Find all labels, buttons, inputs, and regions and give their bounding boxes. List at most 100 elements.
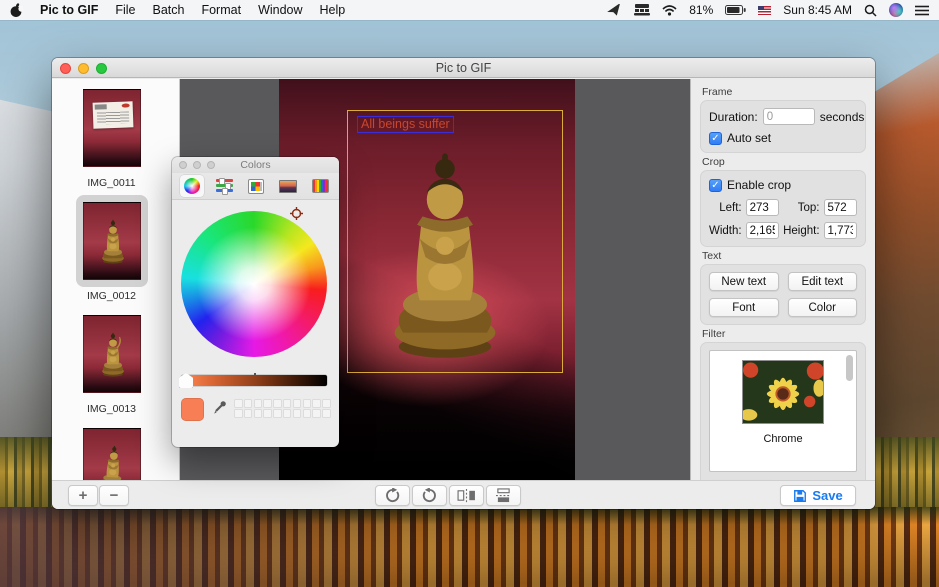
text-color-button[interactable]: Color	[788, 298, 858, 317]
filter-scrollbar[interactable]	[846, 355, 853, 381]
empty-swatch[interactable]	[283, 409, 292, 418]
empty-swatch[interactable]	[293, 409, 302, 418]
eyedropper-icon[interactable]	[212, 400, 227, 415]
battery-icon[interactable]	[725, 5, 746, 15]
close-button[interactable]	[60, 63, 71, 74]
empty-swatch[interactable]	[322, 409, 331, 418]
colors-zoom-button[interactable]	[207, 161, 215, 169]
notification-center-icon[interactable]	[915, 5, 929, 16]
font-button[interactable]: Font	[709, 298, 779, 317]
color-palettes-tab[interactable]	[244, 175, 268, 197]
rotate-ccw-icon	[422, 488, 437, 503]
us-flag-icon[interactable]	[758, 6, 771, 15]
empty-swatch[interactable]	[244, 399, 253, 408]
frame-thumbnail-img-0013[interactable]	[83, 315, 141, 393]
empty-swatch[interactable]	[293, 399, 302, 408]
empty-swatch[interactable]	[283, 399, 292, 408]
edit-text-button[interactable]: Edit text	[788, 272, 858, 291]
brightness-slider[interactable]	[181, 375, 327, 386]
crop-left-field[interactable]	[746, 199, 779, 216]
remove-frame-button[interactable]: −	[99, 485, 129, 506]
empty-swatch[interactable]	[244, 409, 253, 418]
color-wheel[interactable]	[181, 211, 327, 357]
empty-swatch[interactable]	[234, 399, 243, 408]
empty-swatch[interactable]	[303, 409, 312, 418]
empty-swatch[interactable]	[234, 409, 243, 418]
sliders-icon	[216, 179, 233, 193]
inspector-panel: Frame Duration: seconds ✓ Auto set Crop …	[690, 79, 875, 480]
list-item[interactable]: IMG_0013	[76, 308, 148, 415]
color-wheel-tab[interactable]	[180, 175, 204, 197]
swatch-grid[interactable]	[234, 399, 332, 418]
filter-list[interactable]: Chrome	[709, 350, 857, 472]
colors-minimize-button[interactable]	[193, 161, 201, 169]
flip-vertical-button[interactable]	[486, 485, 521, 506]
menu-item-app[interactable]: Pic to GIF	[40, 3, 98, 17]
search-icon[interactable]	[864, 4, 877, 17]
empty-swatch[interactable]	[273, 409, 282, 418]
save-icon	[793, 489, 807, 503]
menu-item-file[interactable]: File	[115, 3, 135, 17]
empty-swatch[interactable]	[263, 399, 272, 408]
empty-swatch[interactable]	[312, 409, 321, 418]
paper-plane-icon[interactable]	[607, 4, 622, 17]
frame-thumbnail-img-0012[interactable]	[83, 202, 141, 280]
crop-width-field[interactable]	[746, 222, 779, 239]
auto-set-checkbox[interactable]: ✓	[709, 132, 722, 145]
empty-swatch[interactable]	[322, 399, 331, 408]
empty-swatch[interactable]	[273, 399, 282, 408]
canvas-text-overlay[interactable]: All beings suffer	[357, 116, 454, 133]
apple-menu-icon[interactable]	[10, 3, 23, 18]
menubar-clock[interactable]: Sun 8:45 AM	[783, 3, 852, 17]
colors-panel-titlebar[interactable]: Colors	[172, 157, 339, 173]
brightness-slider-knob[interactable]	[179, 373, 193, 388]
crop-left-label: Left:	[709, 202, 742, 214]
list-item[interactable]	[76, 421, 148, 480]
empty-swatch[interactable]	[254, 409, 263, 418]
auto-set-row[interactable]: ✓ Auto set	[709, 131, 857, 145]
duration-field[interactable]	[763, 108, 815, 125]
menu-item-window[interactable]: Window	[258, 3, 302, 17]
seconds-label: seconds	[820, 110, 865, 124]
new-text-button[interactable]: New text	[709, 272, 779, 291]
empty-swatch[interactable]	[254, 399, 263, 408]
color-sliders-tab[interactable]	[212, 175, 236, 197]
plus-icon: +	[79, 487, 88, 504]
crop-top-field[interactable]	[824, 199, 857, 216]
frame-thumbnail-4[interactable]	[83, 428, 141, 480]
wifi-icon[interactable]	[662, 5, 677, 16]
pencils-tab[interactable]	[308, 175, 332, 197]
empty-swatch[interactable]	[263, 409, 272, 418]
color-wheel-icon	[184, 178, 200, 194]
crop-height-field[interactable]	[824, 222, 857, 239]
rotate-clockwise-button[interactable]	[375, 485, 410, 506]
crop-rectangle[interactable]	[347, 110, 563, 373]
frame-thumbnail-img-0011[interactable]	[83, 89, 141, 167]
rotate-counterclockwise-button[interactable]	[412, 485, 447, 506]
empty-swatch[interactable]	[312, 399, 321, 408]
crop-top-label: Top:	[783, 202, 819, 214]
colors-close-button[interactable]	[179, 161, 187, 169]
enable-crop-checkbox[interactable]: ✓	[709, 179, 722, 192]
minimize-button[interactable]	[78, 63, 89, 74]
siri-icon[interactable]	[889, 3, 903, 17]
list-item[interactable]: IMG_0012	[76, 195, 148, 302]
add-frame-button[interactable]: +	[68, 485, 98, 506]
image-palettes-tab[interactable]	[276, 175, 300, 197]
statue-graphic	[96, 444, 129, 480]
current-color-swatch[interactable]	[181, 398, 204, 421]
enable-crop-row[interactable]: ✓ Enable crop	[709, 178, 857, 192]
menu-item-format[interactable]: Format	[201, 3, 241, 17]
zoom-button[interactable]	[96, 63, 107, 74]
keyboard-icon[interactable]	[634, 4, 650, 16]
empty-swatch[interactable]	[303, 399, 312, 408]
window-titlebar[interactable]: Pic to GIF	[52, 58, 875, 78]
menu-item-help[interactable]: Help	[320, 3, 346, 17]
filter-item-chrome[interactable]: Chrome	[742, 360, 824, 445]
flip-horizontal-button[interactable]	[449, 485, 484, 506]
save-button[interactable]: Save	[780, 485, 856, 506]
color-picker-crosshair[interactable]	[290, 207, 303, 220]
list-item[interactable]: IMG_0011	[76, 82, 148, 189]
menu-item-batch[interactable]: Batch	[153, 3, 185, 17]
bottom-toolbar: + −	[52, 480, 875, 509]
